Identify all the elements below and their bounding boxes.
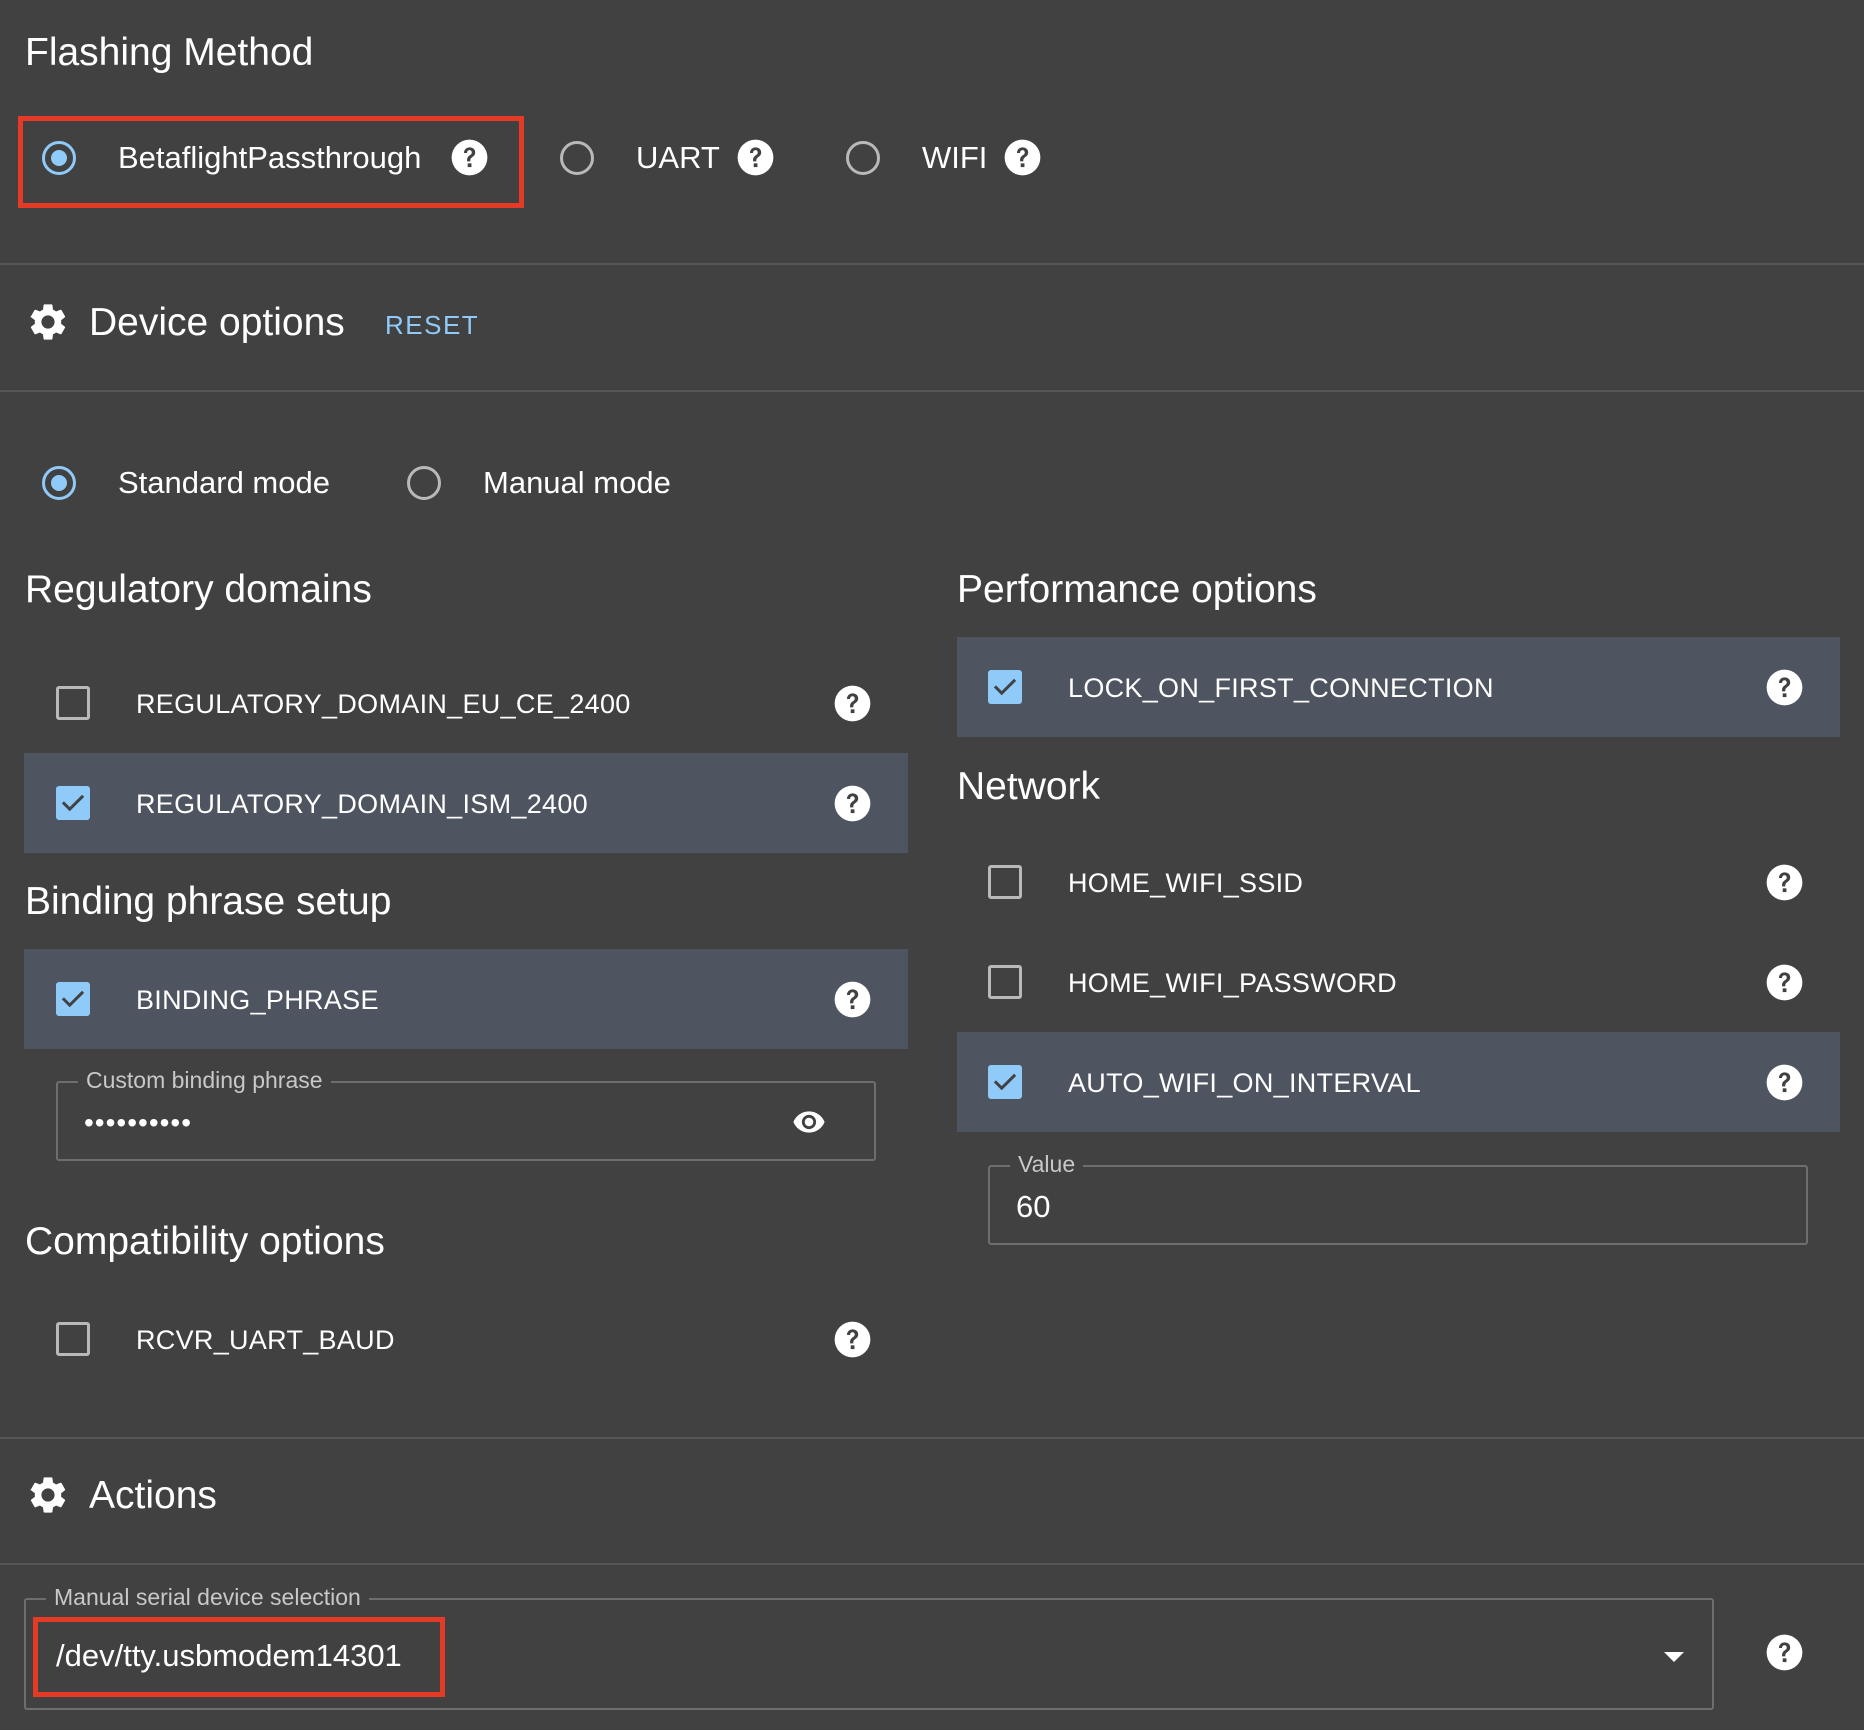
help-icon-wifi[interactable] — [1003, 138, 1042, 177]
option-label-auto-wifi-on-interval: AUTO_WIFI_ON_INTERVAL — [1068, 1068, 1421, 1098]
option-label-lock-on-first-connection: LOCK_ON_FIRST_CONNECTION — [1068, 673, 1494, 703]
help-icon-serial-device[interactable] — [1765, 1633, 1804, 1672]
radio-uart[interactable] — [560, 141, 594, 175]
help-icon-regulatory-eu[interactable] — [833, 684, 872, 723]
gear-icon — [26, 300, 70, 344]
checkbox-lock-on-first-connection[interactable] — [988, 670, 1022, 704]
help-icon-uart[interactable] — [736, 138, 775, 177]
checkbox-binding-phrase[interactable] — [56, 982, 90, 1016]
option-row-rcvr-uart-baud[interactable]: RCVR_UART_BAUD — [24, 1289, 908, 1389]
radio-label-wifi[interactable]: WIFI — [922, 142, 987, 173]
checkbox-rcvr-uart-baud[interactable] — [56, 1322, 90, 1356]
serial-device-label: Manual serial device selection — [46, 1586, 369, 1609]
radio-label-manual-mode[interactable]: Manual mode — [483, 467, 671, 498]
regulatory-domains-title: Regulatory domains — [25, 568, 372, 611]
checkbox-regulatory-eu[interactable] — [56, 686, 90, 720]
option-row-lock-on-first-connection[interactable]: LOCK_ON_FIRST_CONNECTION — [957, 637, 1840, 737]
help-icon-regulatory-ism[interactable] — [833, 784, 872, 823]
device-options-title: Device options — [89, 301, 345, 344]
option-row-binding-phrase[interactable]: BINDING_PHRASE — [24, 949, 908, 1049]
radio-label-standard-mode[interactable]: Standard mode — [118, 467, 330, 498]
option-label-binding-phrase: BINDING_PHRASE — [136, 985, 379, 1015]
option-row-home-wifi-ssid[interactable]: HOME_WIFI_SSID — [957, 832, 1840, 932]
network-title: Network — [957, 765, 1101, 808]
custom-binding-phrase-field[interactable]: Custom binding phrase •••••••••• — [56, 1069, 876, 1161]
custom-binding-phrase-input[interactable]: •••••••••• — [84, 1109, 192, 1137]
divider — [0, 1437, 1864, 1439]
radio-wifi[interactable] — [846, 141, 880, 175]
checkbox-home-wifi-password[interactable] — [988, 965, 1022, 999]
option-label-rcvr-uart-baud: RCVR_UART_BAUD — [136, 1325, 395, 1355]
checkbox-regulatory-ism[interactable] — [56, 786, 90, 820]
radio-standard-mode[interactable] — [42, 466, 76, 500]
option-row-home-wifi-password[interactable]: HOME_WIFI_PASSWORD — [957, 932, 1840, 1032]
help-icon-home-wifi-password[interactable] — [1765, 963, 1804, 1002]
option-label-home-wifi-password: HOME_WIFI_PASSWORD — [1068, 968, 1397, 998]
option-label-regulatory-eu: REGULATORY_DOMAIN_EU_CE_2400 — [136, 689, 631, 719]
radio-manual-mode[interactable] — [407, 466, 441, 500]
divider — [0, 1563, 1864, 1565]
chevron-down-icon[interactable] — [1662, 1650, 1686, 1664]
option-row-regulatory-ism[interactable]: REGULATORY_DOMAIN_ISM_2400 — [24, 753, 908, 853]
help-icon-lock-on-first-connection[interactable] — [1765, 668, 1804, 707]
reset-button[interactable]: RESET — [385, 312, 479, 338]
checkbox-home-wifi-ssid[interactable] — [988, 865, 1022, 899]
checkbox-auto-wifi-on-interval[interactable] — [988, 1065, 1022, 1099]
custom-binding-phrase-label: Custom binding phrase — [78, 1069, 331, 1092]
help-icon-auto-wifi-on-interval[interactable] — [1765, 1063, 1804, 1102]
visibility-eye-icon[interactable] — [786, 1105, 832, 1139]
divider — [0, 390, 1864, 392]
option-row-regulatory-eu[interactable]: REGULATORY_DOMAIN_EU_CE_2400 — [24, 653, 908, 753]
auto-wifi-value-input[interactable]: 60 — [1016, 1191, 1050, 1222]
help-icon-rcvr-uart-baud[interactable] — [833, 1320, 872, 1359]
flashing-method-title: Flashing Method — [25, 31, 314, 74]
actions-title: Actions — [89, 1474, 217, 1517]
annotation-highlight-box — [33, 1617, 445, 1697]
compatibility-options-title: Compatibility options — [25, 1220, 385, 1263]
option-label-regulatory-ism: REGULATORY_DOMAIN_ISM_2400 — [136, 789, 588, 819]
help-icon-binding-phrase[interactable] — [833, 980, 872, 1019]
performance-options-title: Performance options — [957, 568, 1317, 611]
option-row-auto-wifi-on-interval[interactable]: AUTO_WIFI_ON_INTERVAL — [957, 1032, 1840, 1132]
auto-wifi-value-field[interactable]: Value 60 — [988, 1153, 1808, 1245]
binding-phrase-title: Binding phrase setup — [25, 880, 392, 923]
value-label: Value — [1010, 1153, 1084, 1176]
annotation-highlight-box — [18, 116, 524, 208]
option-label-home-wifi-ssid: HOME_WIFI_SSID — [1068, 868, 1304, 898]
help-icon-home-wifi-ssid[interactable] — [1765, 863, 1804, 902]
gear-icon — [26, 1473, 70, 1517]
divider — [0, 263, 1864, 265]
radio-label-uart[interactable]: UART — [636, 142, 720, 173]
